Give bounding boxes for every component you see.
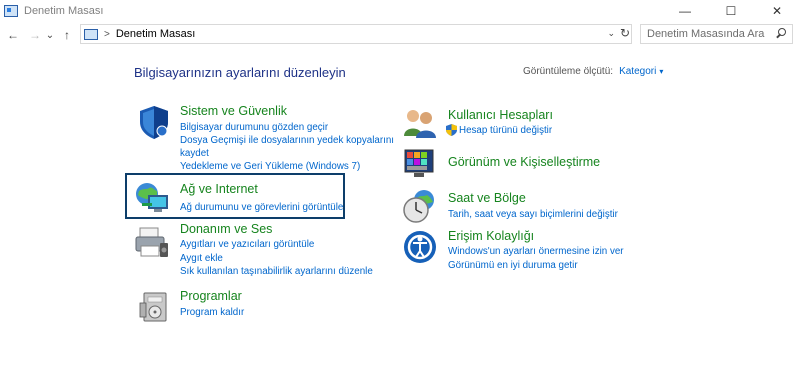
maximize-button[interactable]: ☐ [708,0,754,22]
category-title-programs[interactable]: Programlar [180,289,242,303]
category-appearance: Görünüm ve Kişiselleştirme [402,146,642,182]
navigation-bar: ← → ⌄ ↑ > Denetim Masası ⌄ ↻ Denetim Mas… [0,23,800,47]
category-title-user-accounts[interactable]: Kullanıcı Hesapları [448,108,553,122]
search-icon[interactable] [773,26,789,42]
category-hardware-sound: Donanım ve Ses Aygıtları ve yazıcıları g… [134,222,394,278]
category-title-hardware-sound[interactable]: Donanım ve Ses [180,222,272,236]
address-dropdown-button[interactable]: ⌄ [607,28,615,39]
back-button[interactable]: ← [4,25,22,45]
link-backup-restore[interactable]: Yedekleme ve Geri Yükleme (Windows 7) [180,160,360,173]
title-bar: Denetim Masası — ☐ ✕ [0,0,800,22]
window-controls: — ☐ ✕ [662,0,800,22]
appearance-icon[interactable] [402,146,438,182]
category-title-system-security[interactable]: Sistem ve Güvenlik [180,104,287,118]
link-change-account-type[interactable]: Hesap türünü değiştir [459,124,552,137]
uac-shield-icon [446,124,457,136]
category-clock-region: Saat ve Bölge Tarih, saat veya sayı biçi… [402,188,642,224]
refresh-button[interactable]: ↻ [620,26,630,40]
link-file-history-cont[interactable]: kaydet [180,147,209,160]
recent-locations-button[interactable]: ⌄ [44,25,56,45]
view-by-selector: Görüntüleme ölçütü: Kategori ▾ [523,66,663,77]
link-mobility-settings[interactable]: Sık kullanılan taşınabilirlik ayarlarını… [180,265,373,278]
link-review-status[interactable]: Bilgisayar durumunu gözden geçir [180,121,328,134]
view-by-value[interactable]: Kategori [619,66,656,77]
forward-button[interactable]: → [26,25,44,45]
breadcrumb-item[interactable]: Denetim Masası [116,28,195,40]
control-panel-icon [84,28,98,40]
selection-highlight [125,173,345,219]
up-button[interactable]: ↑ [58,25,76,45]
link-optimize-display[interactable]: Görünümü en iyi duruma getir [448,259,578,272]
clock-globe-icon[interactable] [402,188,438,224]
search-box[interactable]: Denetim Masasında Ara [640,24,793,44]
link-view-devices[interactable]: Aygıtları ve yazıcıları görüntüle [180,238,314,251]
printer-speaker-icon[interactable] [134,224,170,260]
category-programs: Programlar Program kaldır [134,289,334,327]
minimize-button[interactable]: — [662,0,708,22]
control-panel-icon [4,5,18,17]
page-title: Bilgisayarınızın ayarlarını düzenleyin [134,65,346,80]
link-let-windows-suggest[interactable]: Windows'un ayarları önermesine izin ver [448,245,624,258]
category-title-clock-region[interactable]: Saat ve Bölge [448,191,526,205]
shield-icon[interactable] [136,104,172,140]
category-user-accounts: Kullanıcı Hesapları Hesap türünü değişti… [402,106,622,140]
category-ease-of-access: Erişim Kolaylığı Windows'un ayarları öne… [402,229,642,273]
window-title: Denetim Masası [24,5,104,17]
close-button[interactable]: ✕ [754,0,800,22]
users-icon[interactable] [402,106,438,142]
chevron-down-icon[interactable]: ▾ [659,67,663,76]
address-bar[interactable]: > Denetim Masası ⌄ ↻ [80,24,632,44]
category-title-ease-of-access[interactable]: Erişim Kolaylığı [448,229,534,243]
category-system-security: Sistem ve Güvenlik Bilgisayar durumunu g… [134,104,394,174]
link-add-device[interactable]: Aygıt ekle [180,252,223,265]
accessibility-icon[interactable] [402,229,438,265]
link-file-history[interactable]: Dosya Geçmişi ile dosyalarının yedek kop… [180,134,394,147]
breadcrumb-separator: > [104,28,110,40]
link-uninstall-program[interactable]: Program kaldır [180,306,244,319]
search-input[interactable]: Denetim Masasında Ara [647,28,773,40]
link-change-formats[interactable]: Tarih, saat veya sayı biçimlerini değişt… [448,208,618,221]
view-by-label: Görüntüleme ölçütü: [523,66,614,77]
programs-icon[interactable] [138,289,174,325]
category-title-appearance[interactable]: Görünüm ve Kişiselleştirme [448,155,600,169]
